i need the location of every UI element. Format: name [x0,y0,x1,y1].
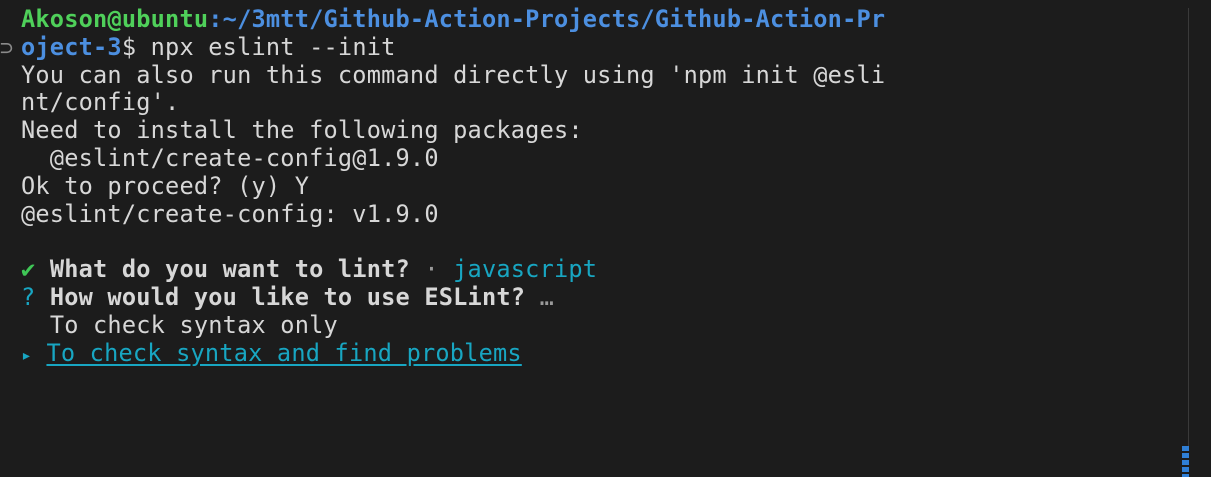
line-wrap-marker: ⊃ [0,36,14,61]
option-check-syntax-and-find-problems[interactable]: ▸ To check syntax and find problems [21,340,1177,368]
option-pointer [21,312,35,339]
output-line: @eslint/create-config@1.9.0 [21,144,439,172]
terminal-window[interactable]: ⊃ Akoson@ubuntu:~/3mtt/Github-Action-Pro… [0,0,1211,477]
output-line: Need to install the following packages: [21,117,583,145]
option-check-syntax-only[interactable]: To check syntax only [21,312,1177,340]
question-ellipsis: … [525,283,554,311]
prompt-path-part-1: :~/3mtt/Github-Action-Projects/Github-Ac… [208,6,886,33]
question-active: ? How would you like to use ESLint? … [21,284,1177,312]
option-label-selected: To check syntax and find problems [46,339,522,367]
prompt-line-2: oject-3$ npx eslint --init [21,34,1177,62]
prompt-path-part-2: oject-3 [21,33,122,61]
scrollbar-track[interactable] [1188,8,1189,477]
scrollbar-thumb[interactable] [1182,446,1189,477]
question-text: How would you like to use ESLint? [49,283,526,311]
command-text: npx eslint --init [150,33,396,61]
question-text: What do you want to lint? [49,256,410,284]
prompt-symbol: $ [121,33,151,61]
pointer-arrow-icon: ▸ [21,344,33,366]
terminal-output: Akoson@ubuntu:~/3mtt/Github-Action-Proje… [21,6,1177,367]
question-answer: javascript [453,256,598,284]
output-line: You can also run this command directly u… [21,61,886,89]
question-separator: · [409,256,454,284]
question-answered: ✔ What do you want to lint? · javascript [21,256,1177,284]
option-label: To check syntax only [49,311,338,339]
prompt-line-1: Akoson@ubuntu:~/3mtt/Github-Action-Proje… [21,6,1177,34]
output-line: nt/config'. [21,89,180,117]
output-line: @eslint/create-config: v1.9.0 [21,200,439,228]
output-line: Ok to proceed? (y) Y [21,172,310,200]
prompt-user: Akoson@ubuntu [21,6,209,33]
question-mark-icon: ? [21,283,36,311]
check-icon: ✔ [21,256,36,284]
